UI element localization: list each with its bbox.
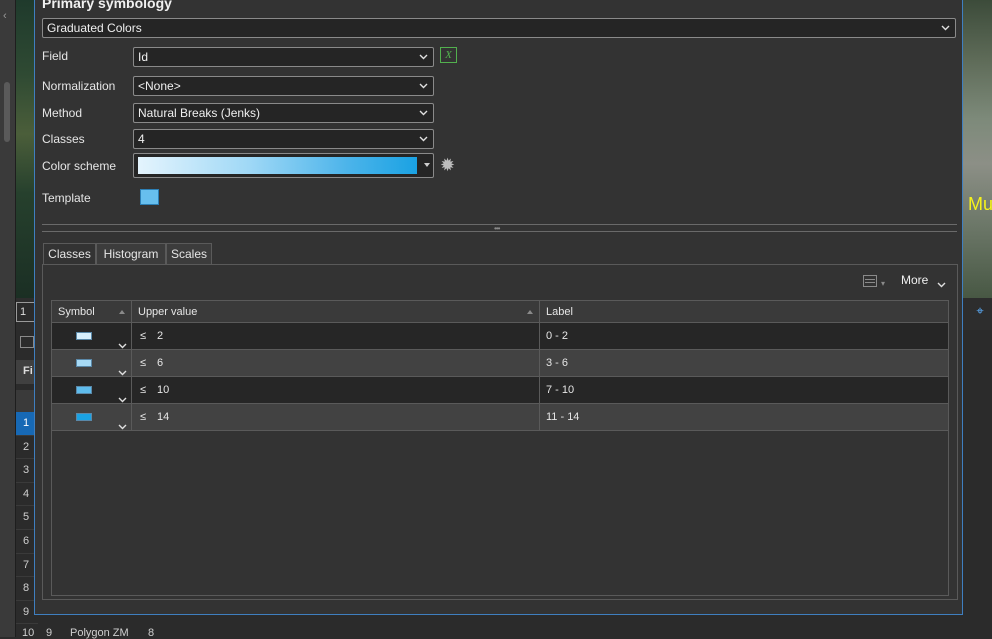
table-row[interactable]: ≤14 11 - 14: [52, 404, 948, 431]
field-label: Field: [42, 49, 69, 63]
map-label: Mu: [968, 194, 992, 214]
class-symbol-swatch[interactable]: [76, 332, 92, 340]
class-symbol-swatch[interactable]: [76, 359, 92, 367]
less-equal-operator: ≤: [140, 384, 147, 396]
scrollbar-thumb[interactable]: [4, 82, 10, 142]
upper-value: 6: [157, 357, 164, 369]
tab-classes[interactable]: Classes: [43, 243, 96, 266]
grid-header: Symbol Upper value Label: [52, 301, 948, 323]
symbol-cell[interactable]: [52, 323, 132, 349]
class-label: 11 - 14: [546, 411, 580, 423]
template-symbol-swatch[interactable]: [140, 189, 159, 205]
upper-value: 10: [157, 384, 170, 396]
list-view-dropdown-icon[interactable]: ▾: [881, 279, 885, 288]
color-scheme-dropdown[interactable]: [133, 153, 434, 178]
upper-value-cell[interactable]: ≤10: [132, 377, 540, 403]
more-button[interactable]: More: [901, 273, 928, 287]
symbology-pane: Primary symbology Graduated Colors Field…: [34, 0, 963, 615]
splitter-grip-icon[interactable]: •••: [494, 225, 500, 233]
normalization-dropdown[interactable]: <None>: [133, 76, 434, 96]
map-view-right-edge[interactable]: [962, 0, 992, 298]
classes-grid: Symbol Upper value Label ≤2 0 - 2 ≤6 3 - 6 ≤…: [51, 300, 949, 596]
symbol-cell[interactable]: [52, 377, 132, 403]
chevron-down-icon[interactable]: [937, 277, 946, 291]
column-header-label[interactable]: Label: [540, 301, 948, 323]
column-header-upper-value[interactable]: Upper value: [132, 301, 540, 323]
table-row[interactable]: ≤10 7 - 10: [52, 377, 948, 404]
class-symbol-swatch[interactable]: [76, 386, 92, 394]
chevron-down-icon[interactable]: [118, 414, 127, 440]
gear-icon[interactable]: ✹: [440, 156, 458, 174]
classes-label: Classes: [42, 132, 85, 146]
map-view-left-edge[interactable]: [16, 0, 36, 298]
chevron-down-icon: [419, 77, 429, 95]
template-label: Template: [42, 191, 91, 205]
row-shape: Polygon ZM: [70, 627, 129, 639]
upper-value-cell[interactable]: ≤14: [132, 404, 540, 430]
less-equal-operator: ≤: [140, 411, 147, 423]
map-tool-icon[interactable]: ⌖: [970, 303, 990, 321]
renderer-dropdown[interactable]: Graduated Colors: [42, 18, 956, 38]
chevron-down-icon: [941, 19, 951, 37]
upper-value-cell[interactable]: ≤2: [132, 323, 540, 349]
dropdown-arrow-icon: [424, 163, 430, 167]
pane-splitter[interactable]: •••: [42, 224, 957, 233]
label-cell[interactable]: 3 - 6: [540, 350, 948, 376]
sort-arrow-icon: [119, 310, 125, 314]
column-header-symbol[interactable]: Symbol: [52, 301, 132, 323]
collapse-chevron-icon[interactable]: ‹: [3, 10, 7, 22]
classes-value: 4: [138, 132, 145, 146]
method-dropdown[interactable]: Natural Breaks (Jenks): [133, 103, 434, 123]
field-value: Id: [138, 50, 149, 64]
label-cell[interactable]: 0 - 2: [540, 323, 948, 349]
symbol-cell[interactable]: [52, 350, 132, 376]
table-icon[interactable]: [20, 336, 34, 348]
class-symbol-swatch[interactable]: [76, 413, 92, 421]
normalization-value: <None>: [138, 79, 181, 93]
table-row[interactable]: ≤6 3 - 6: [52, 350, 948, 377]
tab-scales[interactable]: Scales: [166, 243, 212, 265]
less-equal-operator: ≤: [140, 330, 147, 342]
upper-value: 14: [157, 411, 170, 423]
chevron-down-icon: [419, 104, 429, 122]
chevron-down-icon: [419, 48, 429, 66]
color-ramp-preview: [138, 157, 417, 174]
expression-icon[interactable]: X: [440, 47, 457, 63]
classes-tab-content: ▾ More Symbol Upper value Label ≤2 0 - 2 ≤…: [42, 264, 958, 600]
table-row[interactable]: ≤2 0 - 2: [52, 323, 948, 350]
left-collapse-strip[interactable]: ‹: [0, 0, 16, 637]
row-number: 10: [22, 627, 35, 639]
class-label: 7 - 10: [546, 384, 575, 396]
field-dropdown[interactable]: Id: [133, 47, 434, 67]
color-scheme-label: Color scheme: [42, 159, 117, 173]
list-view-icon[interactable]: [863, 275, 877, 287]
less-equal-operator: ≤: [140, 357, 147, 369]
classes-dropdown[interactable]: 4: [133, 129, 434, 149]
upper-value: 2: [157, 330, 164, 342]
scale-box[interactable]: 1: [16, 302, 36, 322]
class-label: 3 - 6: [546, 357, 569, 369]
class-label: 0 - 2: [546, 330, 569, 342]
row-id: 9: [46, 627, 53, 639]
symbol-cell[interactable]: [52, 404, 132, 430]
upper-value-cell[interactable]: ≤6: [132, 350, 540, 376]
method-value: Natural Breaks (Jenks): [138, 106, 261, 120]
method-label: Method: [42, 106, 83, 120]
label-cell[interactable]: 7 - 10: [540, 377, 948, 403]
chevron-down-icon: [419, 130, 429, 148]
normalization-label: Normalization: [42, 79, 116, 93]
tab-histogram[interactable]: Histogram: [96, 243, 166, 265]
pane-title: Primary symbology: [42, 0, 172, 11]
sort-arrow-icon: [527, 310, 533, 314]
row-value: 8: [148, 627, 155, 639]
renderer-value: Graduated Colors: [47, 21, 142, 35]
table-last-row: 10 9 Polygon ZM 8: [16, 625, 176, 639]
label-cell[interactable]: 11 - 14: [540, 404, 948, 430]
